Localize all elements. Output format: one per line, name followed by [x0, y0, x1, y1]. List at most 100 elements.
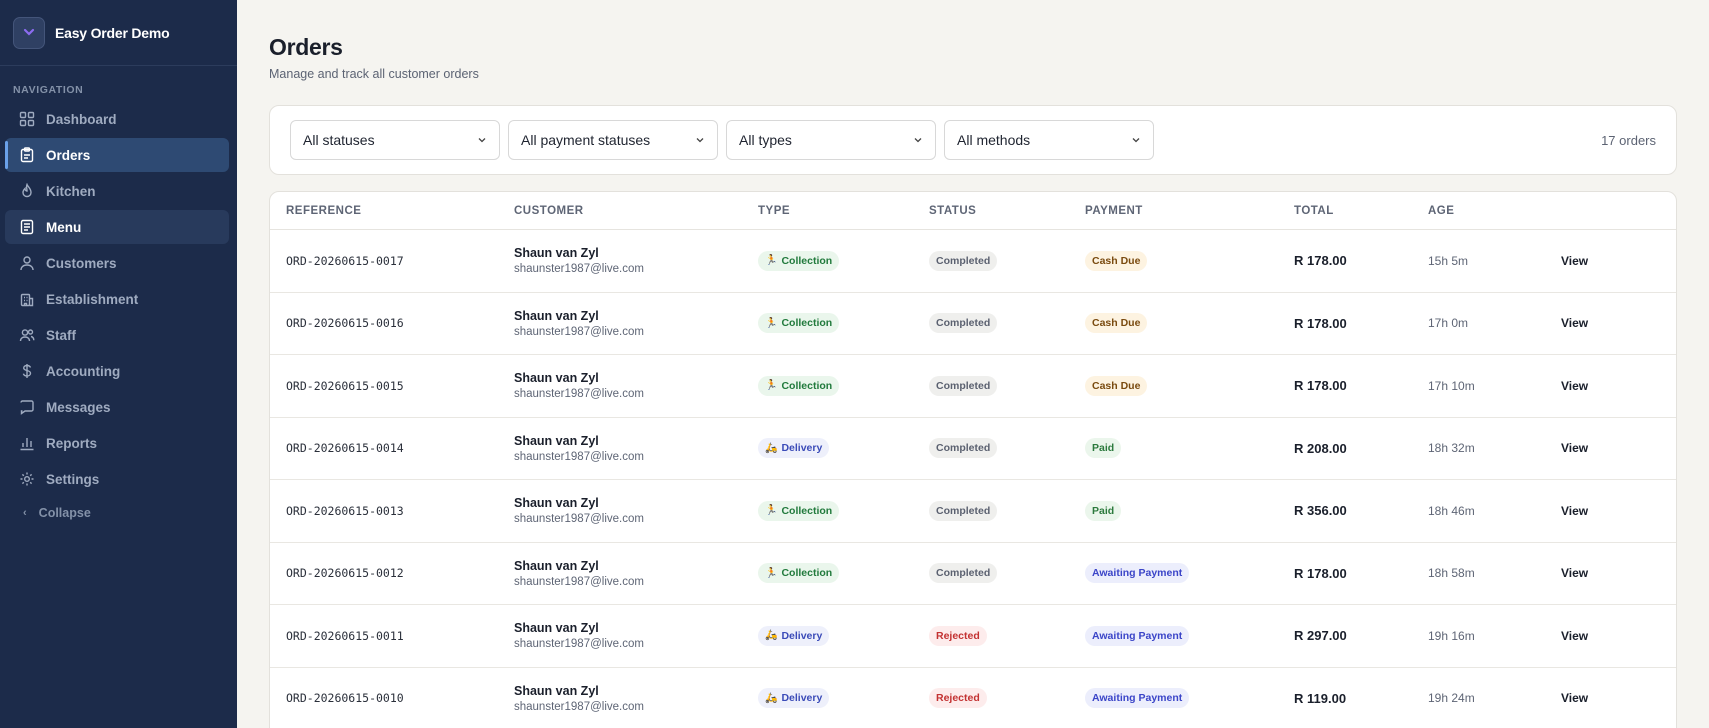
type-label: Collection: [781, 379, 833, 392]
table-row[interactable]: ORD-20260615-0015 Shaun van Zyl shaunster1…: [270, 355, 1676, 418]
sidebar-item-staff[interactable]: Staff: [5, 318, 229, 352]
sidebar-item-establishment[interactable]: Establishment: [5, 282, 229, 316]
table-row[interactable]: ORD-20260615-0011 Shaun van Zyl shaunster1…: [270, 605, 1676, 668]
column-header-total[interactable]: TOTAL: [1294, 205, 1428, 217]
type-filter-select[interactable]: All types: [726, 120, 936, 160]
chevron-down-icon: [696, 138, 704, 143]
status-badge: Completed: [929, 250, 998, 271]
sidebar-item-kitchen[interactable]: Kitchen: [5, 174, 229, 208]
type-badge: 🏃 Collection: [758, 313, 840, 334]
column-header-payment[interactable]: PAYMENT: [1085, 205, 1294, 217]
order-reference: ORD-20260615-0017: [286, 253, 404, 268]
chevron-left-icon: ‹: [23, 507, 27, 519]
order-reference: ORD-20260615-0010: [286, 691, 404, 706]
payment-badge: Paid: [1085, 438, 1122, 459]
order-total: R 297.00: [1294, 628, 1347, 644]
customer-cell: Shaun van Zyl shaunster1987@live.com: [514, 559, 758, 588]
type-label: Collection: [781, 504, 833, 517]
sidebar-item-settings[interactable]: Settings: [5, 462, 229, 496]
order-reference: ORD-20260615-0016: [286, 316, 404, 331]
status-badge: Completed: [929, 438, 998, 459]
walking-person-icon: 🏃: [765, 317, 778, 329]
table-row[interactable]: ORD-20260615-0010 Shaun van Zyl shaunster1…: [270, 668, 1676, 728]
customer-name: Shaun van Zyl: [514, 246, 599, 261]
sidebar-item-reports[interactable]: Reports: [5, 426, 229, 460]
view-order-link[interactable]: View: [1561, 566, 1588, 580]
order-total: R 119.00: [1294, 690, 1347, 706]
customer-email: shaunster1987@live.com: [514, 450, 644, 463]
walking-person-icon: 🏃: [765, 567, 778, 579]
sidebar-item-label: Dashboard: [46, 111, 117, 127]
order-reference: ORD-20260615-0012: [286, 566, 404, 581]
type-label: Delivery: [781, 629, 823, 642]
table-row[interactable]: ORD-20260615-0016 Shaun van Zyl shaunster1…: [270, 293, 1676, 355]
sidebar-item-dashboard[interactable]: Dashboard: [5, 102, 229, 136]
payment-status-filter-select[interactable]: All payment statuses: [508, 120, 718, 160]
customer-cell: Shaun van Zyl shaunster1987@live.com: [514, 371, 758, 400]
column-header-status[interactable]: STATUS: [929, 205, 1085, 217]
order-age: 18h 46m: [1428, 503, 1475, 518]
type-badge: 🏃 Collection: [758, 500, 840, 521]
customer-name: Shaun van Zyl: [514, 308, 599, 323]
payment-badge: Awaiting Payment: [1085, 563, 1190, 584]
type-badge: 🏃 Collection: [758, 563, 840, 584]
status-badge: Completed: [929, 500, 998, 521]
select-value: All statuses: [303, 132, 375, 148]
sidebar-item-customers[interactable]: Customers: [5, 246, 229, 280]
status-filter-select[interactable]: All statuses: [290, 120, 500, 160]
column-header-customer[interactable]: CUSTOMER: [514, 205, 758, 217]
sidebar-item-orders[interactable]: Orders: [5, 138, 229, 172]
collapse-button[interactable]: ‹ Collapse: [18, 506, 237, 520]
walking-person-icon: 🏃: [765, 505, 778, 517]
page-subtitle: Manage and track all customer orders: [269, 67, 479, 81]
column-header-reference[interactable]: REFERENCE: [270, 205, 514, 217]
type-label: Collection: [781, 254, 833, 267]
walking-person-icon: 🏃: [765, 380, 778, 392]
view-order-link[interactable]: View: [1561, 691, 1588, 705]
view-order-link[interactable]: View: [1561, 629, 1588, 643]
gear-icon: [18, 470, 36, 488]
column-header-age[interactable]: AGE: [1428, 205, 1561, 217]
main-content: Orders Manage and track all customer ord…: [269, 0, 1677, 728]
order-reference: ORD-20260615-0011: [286, 628, 404, 643]
customer-email: shaunster1987@live.com: [514, 700, 644, 713]
view-order-link[interactable]: View: [1561, 504, 1588, 518]
customer-email: shaunster1987@live.com: [514, 638, 644, 651]
type-label: Collection: [781, 317, 833, 330]
sidebar-item-label: Reports: [46, 435, 98, 451]
status-badge: Rejected: [929, 625, 987, 646]
order-total: R 208.00: [1294, 440, 1347, 456]
scooter-icon: 🛵: [765, 630, 778, 642]
customer-cell: Shaun van Zyl shaunster1987@live.com: [514, 309, 758, 338]
table-row[interactable]: ORD-20260615-0013 Shaun van Zyl shaunster1…: [270, 480, 1676, 543]
sidebar-item-accounting[interactable]: Accounting: [5, 354, 229, 388]
sidebar-item-label: Orders: [46, 147, 91, 163]
sidebar-item-label: Staff: [46, 327, 76, 343]
view-order-link[interactable]: View: [1561, 441, 1588, 455]
order-age: 17h 10m: [1428, 378, 1475, 393]
sidebar-item-label: Accounting: [46, 363, 121, 379]
orders-count: 17 orders: [1601, 132, 1656, 148]
order-age: 15h 5m: [1428, 253, 1469, 268]
building-icon: [18, 290, 36, 308]
column-header-type[interactable]: TYPE: [758, 205, 929, 217]
table-row[interactable]: ORD-20260615-0014 Shaun van Zyl shaunster1…: [270, 418, 1676, 480]
customer-cell: Shaun van Zyl shaunster1987@live.com: [514, 434, 758, 463]
dashboard-icon: [18, 110, 36, 128]
view-order-link[interactable]: View: [1561, 379, 1588, 393]
table-row[interactable]: ORD-20260615-0012 Shaun van Zyl shaunster1…: [270, 543, 1676, 605]
status-badge: Completed: [929, 375, 998, 396]
brand[interactable]: Easy Order Demo: [0, 0, 237, 66]
method-filter-select[interactable]: All methods: [944, 120, 1154, 160]
select-value: All methods: [957, 132, 1031, 148]
customer-name: Shaun van Zyl: [514, 496, 599, 511]
sidebar-item-menu[interactable]: Menu: [5, 210, 229, 244]
view-order-link[interactable]: View: [1561, 254, 1588, 268]
table-row[interactable]: ORD-20260615-0017 Shaun van Zyl shaunster1…: [270, 230, 1676, 293]
scooter-icon: 🛵: [765, 692, 778, 704]
customer-email: shaunster1987@live.com: [514, 513, 644, 526]
view-order-link[interactable]: View: [1561, 316, 1588, 330]
order-age: 18h 32m: [1428, 441, 1475, 456]
collapse-label: Collapse: [38, 506, 91, 520]
sidebar-item-messages[interactable]: Messages: [5, 390, 229, 424]
